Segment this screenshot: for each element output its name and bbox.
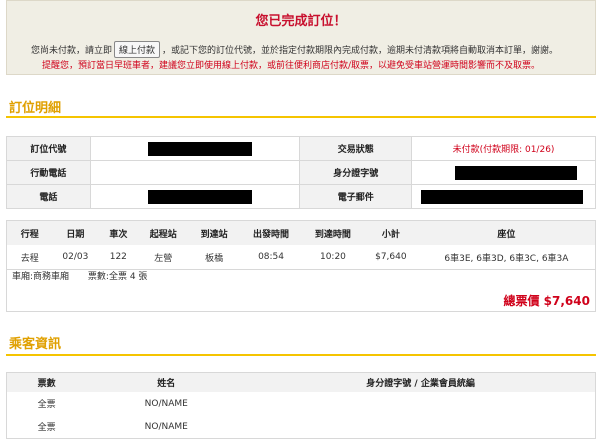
passenger-id [246, 392, 595, 415]
passenger-table: 票數 姓名 身分證字號 / 企業會員統編 全票 NO/NAME 全票 NO/NA… [6, 372, 596, 439]
payment-instruction: 您尚未付款，請立即 線上付款 ，或記下您的訂位代號，並於指定付款期限內完成付款，逾期… [31, 41, 558, 58]
id-number-value [411, 160, 596, 185]
email-label: 電子郵件 [299, 184, 413, 209]
trip-header: 行程 [6, 220, 53, 245]
early-train-reminder: 提醒您，預訂當日早班車者，建議您立即使用線上付款，或前往便利商店付款/取票，以避… [42, 61, 541, 71]
total-fare: 總票價 $7,640 [503, 294, 591, 308]
trip-extra-info: 車廂:商務車廂 票數:全票 4 張 [12, 269, 163, 282]
passenger-section-title: 乘客資訊 [9, 337, 62, 352]
passenger-name: NO/NAME [144, 421, 188, 432]
passenger-header: 身分證字號 / 企業會員統編 [246, 372, 596, 392]
passenger-section-rule [6, 354, 596, 356]
ticket-count: 票數:全票 4 張 [87, 272, 148, 282]
phone-label: 電話 [6, 184, 91, 209]
redacted-email [421, 189, 584, 204]
trip-header: 日期 [52, 220, 99, 245]
trip-header: 座位 [417, 220, 596, 245]
id-number-label: 身分證字號 [299, 160, 413, 185]
trip-header-row: 行程 日期 車次 起程站 到達站 出發時間 到達時間 小計 座位 [6, 220, 596, 245]
passenger-ticket-type: 全票 [37, 400, 56, 410]
passenger-name: NO/NAME [144, 398, 188, 409]
booking-section-title: 訂位明細 [9, 101, 62, 116]
confirmation-banner: 您已完成訂位！ 您尚未付款，請立即 線上付款 ，或記下您的訂位代號，並於指定付款期限… [6, 0, 596, 75]
trip-header: 起程站 [138, 220, 189, 245]
trip-header: 到達時間 [301, 220, 364, 245]
booking-info-row: 訂位代號 交易狀態 未付款(付款期限: 01/26) [6, 136, 596, 161]
passenger-ticket-type: 全票 [37, 423, 56, 433]
mobile-label: 行動電話 [6, 160, 91, 185]
booking-info-row: 電話 電子郵件 [6, 184, 596, 209]
passenger-header: 票數 [6, 372, 87, 392]
trip-header: 出發時間 [240, 220, 302, 245]
redacted-id-number [455, 165, 578, 180]
redacted-booking-code [147, 141, 252, 156]
trip-header: 到達站 [188, 220, 241, 245]
trip-header: 車次 [98, 220, 139, 245]
booking-info-table: 訂位代號 交易狀態 未付款(付款期限: 01/26) 行動電話 身分證字號 電話… [6, 136, 596, 209]
passenger-row: 全票 NO/NAME [7, 415, 596, 439]
transaction-status-value: 未付款(付款期限: 01/26) [411, 136, 596, 161]
passenger-row: 全票 NO/NAME [7, 392, 596, 415]
redacted-phone [147, 189, 252, 204]
booking-section-rule [6, 116, 596, 118]
email-value [411, 184, 596, 209]
passenger-header-row: 票數 姓名 身分證字號 / 企業會員統編 [6, 372, 596, 392]
car-class: 車廂:商務車廂 [12, 272, 70, 282]
mobile-value [89, 160, 301, 185]
confirmation-title: 您已完成訂位！ [255, 14, 347, 29]
booking-info-row: 行動電話 身分證字號 [6, 160, 596, 185]
payment-instruction-prefix: 您尚未付款，請立即 [31, 46, 113, 56]
booking-code-value [89, 136, 301, 161]
passenger-header: 姓名 [86, 372, 247, 392]
passenger-id [246, 415, 595, 439]
online-pay-button[interactable]: 線上付款 [114, 41, 161, 58]
payment-instruction-suffix: ，或記下您的訂位代號，並於指定付款期限內完成付款，逾期未付清款項將自動取消本訂單… [162, 46, 559, 56]
booking-code-label: 訂位代號 [6, 136, 91, 161]
phone-value [89, 184, 301, 209]
transaction-status-label: 交易狀態 [299, 136, 413, 161]
trip-header: 小計 [363, 220, 418, 245]
